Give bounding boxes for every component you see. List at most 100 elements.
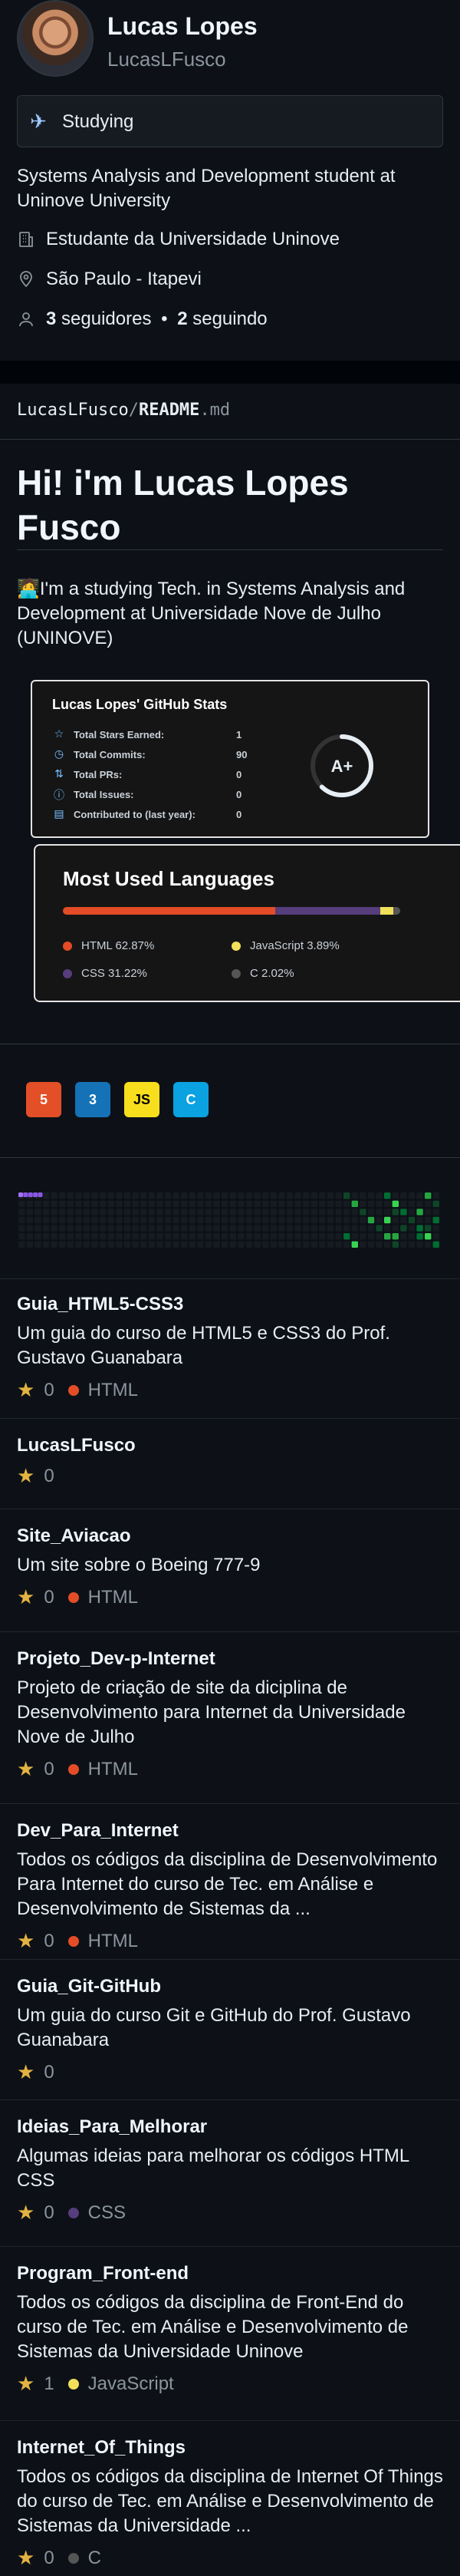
repo-name[interactable]: Ideias_Para_Melhorar — [17, 2116, 443, 2138]
contribution-cell — [18, 1200, 25, 1207]
contribution-cell — [384, 1192, 391, 1199]
contribution-cell — [310, 1200, 317, 1207]
profile-username: LucasLFusco — [107, 48, 226, 71]
contribution-cell — [123, 1241, 131, 1248]
contribution-cell — [123, 1209, 131, 1215]
repo-name[interactable]: Program_Front-end — [17, 2263, 443, 2284]
contribution-cell — [189, 1225, 196, 1232]
contribution-cell — [181, 1200, 188, 1207]
contribution-cell — [172, 1233, 179, 1240]
contribution-cell — [164, 1192, 172, 1199]
status-box[interactable]: ✈ Studying — [17, 95, 443, 147]
readme-slash: / — [128, 401, 139, 420]
repo-icon: ▤ — [54, 807, 64, 820]
contribution-cell — [303, 1225, 310, 1232]
repo-name[interactable]: Internet_Of_Things — [17, 2437, 443, 2459]
repo-card[interactable]: Guia_Git-GitHub Um guia do curso Git e Gi… — [17, 1976, 443, 2084]
contribution-cell — [245, 1209, 253, 1215]
followers-count: 3 — [46, 308, 57, 329]
contribution-cell — [34, 1209, 41, 1215]
language-color-dot — [67, 1763, 79, 1775]
profile-name: Lucas Lopes — [107, 12, 258, 40]
contribution-graph — [18, 1192, 439, 1248]
contribution-cell — [408, 1241, 416, 1248]
contribution-cell — [107, 1241, 114, 1248]
contribution-cell — [319, 1192, 326, 1199]
contribution-cell — [75, 1209, 82, 1215]
contribution-cell — [425, 1241, 432, 1248]
repo-name[interactable]: Projeto_Dev-p-Internet — [17, 1648, 443, 1670]
repo-divider — [0, 2099, 460, 2100]
contribution-cell — [197, 1192, 204, 1199]
contribution-cell — [335, 1192, 342, 1199]
repo-name[interactable]: Dev_Para_Internet — [17, 1820, 443, 1842]
contribution-cell — [140, 1209, 147, 1215]
readme-path[interactable]: LucasLFusco/README.md — [17, 401, 230, 420]
contribution-cell — [335, 1209, 342, 1215]
star-count: 0 — [44, 2061, 54, 2083]
repo-name[interactable]: Site_Aviacao — [17, 1525, 443, 1547]
repo-name[interactable]: Guia_HTML5-CSS3 — [17, 1294, 443, 1315]
issue-icon: ⓘ — [54, 789, 64, 801]
stat-value: 0 — [236, 768, 242, 780]
contribution-cell — [75, 1241, 82, 1248]
contribution-cell — [181, 1241, 188, 1248]
repo-card[interactable]: Guia_HTML5-CSS3 Um guia do curso de HTML5… — [17, 1294, 443, 1402]
readme-intro-text: I'm a studying Tech. in Systems Analysis… — [17, 579, 406, 648]
stat-row: ◷ Total Commits: 90 — [52, 747, 259, 761]
star-icon: ★ — [17, 1929, 35, 1952]
contribution-cell — [42, 1216, 50, 1224]
contribution-cell — [164, 1233, 172, 1240]
contribution-cell — [83, 1192, 90, 1199]
contribution-cell — [67, 1225, 74, 1232]
language-color-dot — [67, 2378, 79, 2390]
contribution-cell — [51, 1225, 58, 1232]
repo-name[interactable]: LucasLFusco — [17, 1435, 443, 1456]
contribution-cell — [156, 1192, 163, 1199]
contribution-cell — [400, 1233, 407, 1240]
contribution-cell — [400, 1192, 407, 1199]
contribution-cell — [156, 1241, 163, 1248]
github-stats-card[interactable]: Lucas Lopes' GitHub Stats ☆ Total Stars … — [31, 680, 429, 838]
languages-card[interactable]: Most Used Languages HTML 62.87% CSS 31.2… — [34, 844, 460, 1002]
repo-divider — [0, 2420, 460, 2421]
contribution-cell — [254, 1200, 261, 1207]
profile-follow[interactable]: 3 seguidores • 2 seguindo — [17, 308, 268, 330]
javascript-icon: JS — [124, 1082, 159, 1117]
contribution-cell — [238, 1200, 245, 1207]
repo-card[interactable]: Site_Aviacao Um site sobre o Boeing 777-9… — [17, 1525, 443, 1609]
building-icon — [19, 232, 33, 247]
repo-card[interactable]: Projeto_Dev-p-Internet Projeto de criação… — [17, 1648, 443, 1781]
contribution-cell — [34, 1233, 41, 1240]
snake-segment — [28, 1192, 33, 1197]
contribution-cell — [229, 1200, 236, 1207]
contribution-cell — [156, 1216, 163, 1224]
contribution-cell — [222, 1192, 228, 1199]
contribution-cell — [286, 1200, 294, 1207]
contribution-cell — [303, 1200, 310, 1207]
grade-text: A+ — [331, 757, 353, 776]
contribution-cell — [335, 1216, 342, 1224]
stat-label: Contributed to (last year): — [74, 808, 196, 820]
follow-stats[interactable]: 3 seguidores • 2 seguindo — [46, 308, 268, 330]
repo-card[interactable]: Dev_Para_Internet Todos os códigos da dis… — [17, 1820, 443, 1953]
stat-row: ☆ Total Stars Earned: 1 — [52, 727, 259, 741]
repo-card[interactable]: Program_Front-end Todos os códigos da dis… — [17, 2263, 443, 2396]
contribution-cell — [416, 1192, 423, 1199]
repo-name[interactable]: Guia_Git-GitHub — [17, 1976, 443, 1997]
contribution-cell — [148, 1241, 155, 1248]
contribution-cell — [416, 1241, 423, 1248]
avatar[interactable] — [17, 0, 94, 77]
contribution-cell — [18, 1216, 25, 1224]
contribution-cell — [343, 1216, 350, 1224]
language-item: HTML 62.87% — [63, 939, 154, 952]
contribution-cell — [181, 1216, 188, 1224]
company-text: Estudante da Universidade Uninove — [46, 229, 340, 249]
repo-card[interactable]: Internet_Of_Things Todos os códigos da di… — [17, 2437, 443, 2570]
contribution-cell — [294, 1225, 301, 1232]
repo-card[interactable]: Ideias_Para_Melhorar Algumas ideias para … — [17, 2116, 443, 2225]
repo-card[interactable]: LucasLFusco ★ 0 — [17, 1435, 443, 1488]
repo-meta: ★ 0 HTML — [17, 1378, 443, 1402]
contribution-cell — [432, 1192, 439, 1199]
languages-bar — [63, 907, 400, 915]
